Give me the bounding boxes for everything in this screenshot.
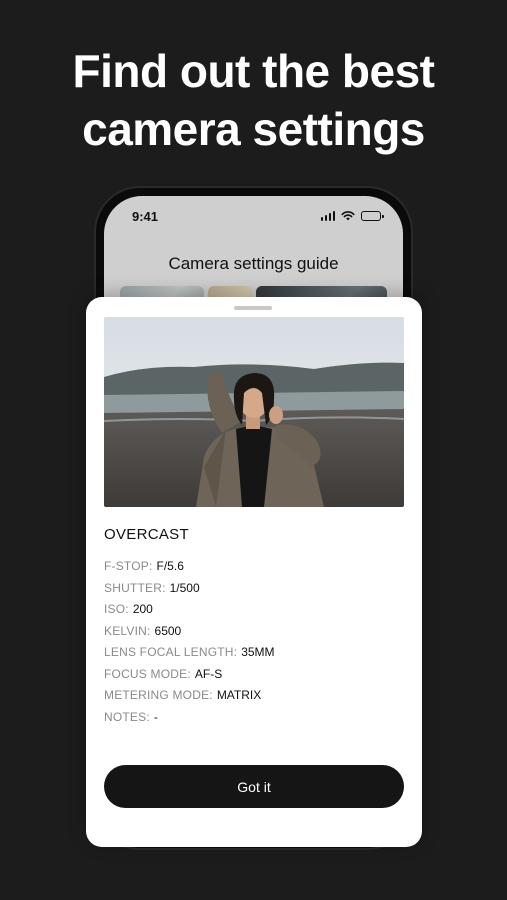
list-item: LENS FOCAL LENGTH: 35MM bbox=[104, 642, 404, 664]
list-item: METERING MODE: MATRIX bbox=[104, 685, 404, 707]
focal-length-value: 35MM bbox=[241, 645, 275, 659]
list-item: NOTES: - bbox=[104, 707, 404, 729]
status-time: 9:41 bbox=[132, 208, 159, 224]
shutter-label: SHUTTER: bbox=[104, 580, 166, 595]
list-item: FOCUS MODE: AF-S bbox=[104, 664, 404, 686]
iso-value: 200 bbox=[132, 602, 153, 616]
settings-sheet: OVERCAST F-STOP: F/5.6 SHUTTER: 1/500 ISO:… bbox=[86, 297, 422, 847]
status-bar: 9:41 bbox=[104, 196, 403, 236]
cellular-signal-icon bbox=[320, 211, 335, 221]
focus-mode-label: FOCUS MODE: bbox=[104, 666, 191, 681]
iso-label: ISO: bbox=[104, 602, 129, 616]
notes-value: - bbox=[153, 709, 158, 724]
notes-label: NOTES: bbox=[104, 709, 150, 724]
list-item: F-STOP: F/5.6 bbox=[104, 556, 404, 578]
focus-mode-value: AF-S bbox=[194, 666, 223, 681]
battery-icon bbox=[361, 211, 384, 221]
headline-line-2: camera settings bbox=[82, 103, 425, 155]
headline: Find out the best camera settings bbox=[0, 42, 507, 158]
metering-mode-label: METERING MODE: bbox=[104, 688, 213, 702]
list-item: SHUTTER: 1/500 bbox=[104, 578, 404, 600]
metering-mode-value: MATRIX bbox=[216, 688, 262, 702]
setting-title: OVERCAST bbox=[104, 526, 189, 543]
kelvin-label: KELVIN: bbox=[104, 623, 151, 638]
settings-list: F-STOP: F/5.6 SHUTTER: 1/500 ISO: 200 KELVI… bbox=[104, 556, 404, 728]
shutter-value: 1/500 bbox=[169, 580, 200, 595]
screen-title: Camera settings guide bbox=[168, 254, 339, 273]
f-stop-label: F-STOP: bbox=[104, 559, 153, 573]
focal-length-label: LENS FOCAL LENGTH: bbox=[104, 645, 238, 659]
overcast-photo bbox=[104, 317, 404, 507]
wifi-icon bbox=[341, 211, 355, 221]
f-stop-value: F/5.6 bbox=[156, 559, 184, 573]
kelvin-value: 6500 bbox=[154, 623, 182, 638]
headline-line-1: Find out the best bbox=[72, 45, 435, 97]
sheet-grabber[interactable] bbox=[234, 306, 272, 310]
got-it-button[interactable]: Got it bbox=[104, 765, 404, 808]
list-item: KELVIN: 6500 bbox=[104, 621, 404, 643]
list-item: ISO: 200 bbox=[104, 599, 404, 621]
status-icons bbox=[320, 211, 384, 221]
